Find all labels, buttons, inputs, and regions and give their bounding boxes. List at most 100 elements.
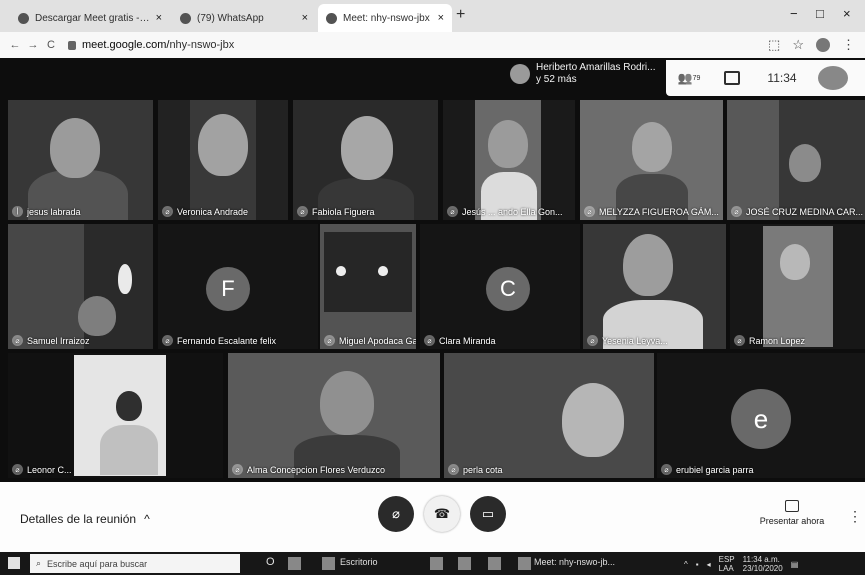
taskbar-search-box[interactable]: ⌕ Escribe aquí para buscar [30,554,240,573]
top-controls: 👥 79 11:34 [666,60,865,96]
meeting-details-label: Detalles de la reunión [20,512,137,526]
participant-tile[interactable]: ⌀ MELYZZA FIGUEROA GÁM... [580,100,723,220]
close-tab-icon[interactable]: × [156,12,162,24]
mic-muted-icon: ⌀ [232,464,243,475]
participant-name-label: | jesus labrada [12,206,81,217]
participant-name-label: ⌀ Jesús ... ando Ella Gon... [447,206,563,217]
camera-toggle-button[interactable]: ▭ [470,496,506,532]
desktop-icon[interactable] [322,557,335,570]
participant-tile[interactable]: ⌀Miguel Apodaca Gaxiola [320,224,416,349]
participant-tile[interactable]: ⌀ Fabiola Figuera [293,100,438,220]
more-options-icon[interactable]: ⋮ [848,508,862,525]
mic-muted-icon: ⌀ [12,464,23,475]
presenter-name: Heriberto Amarillas Rodri... [536,62,656,73]
task-view-icon[interactable] [288,557,301,570]
powerpoint-icon[interactable] [458,557,471,570]
participant-tile[interactable]: ⌀ Leonor C... [8,353,223,478]
close-window-button[interactable]: × [843,6,851,21]
minimize-button[interactable]: − [790,6,798,21]
close-tab-icon[interactable]: × [438,12,444,24]
participant-tile[interactable]: ⌀ perla cota [444,353,654,478]
photos-icon[interactable] [488,557,501,570]
participant-name-label: ⌀ Fernando Escalante felix [162,335,276,346]
tab-bar: Descargar Meet gratis - Última × (79) Wh… [0,0,865,32]
tab-title: (79) WhatsApp [197,12,264,24]
bookmark-star-icon[interactable]: ☆ [792,37,804,53]
meeting-details-button[interactable]: Detalles de la reunión ^ [20,512,150,526]
mic-muted-icon: ⌀ [297,206,308,217]
taskbar-clock[interactable]: 11:34 a.m. 23/10/2020 [743,555,783,573]
participant-name-label: ⌀Miguel Apodaca Gaxiola [324,335,416,346]
notifications-icon[interactable]: ▤ [791,560,799,569]
participant-tile[interactable]: e ⌀ erubiel garcia parra [657,353,865,478]
close-tab-icon[interactable]: × [302,12,308,24]
participant-tile[interactable]: ⌀ Alma Concepcion Flores Verduzco [228,353,440,478]
phone-hangup-icon: ☎ [433,506,451,521]
url-path: nhy-nswo-jbx [169,39,235,51]
extension-icon[interactable]: ⬚ [768,37,780,53]
url-domain: meet.google.com/ [82,39,170,51]
chat-icon [724,71,740,85]
participant-name-label: ⌀ erubiel garcia parra [661,464,754,475]
meet-grid-area: Heriberto Amarillas Rodri... y 52 más 👥 7… [0,58,865,482]
mic-muted-icon: ⌀ [734,335,745,346]
presenter-info: Heriberto Amarillas Rodri... y 52 más [510,62,655,86]
tab-whatsapp[interactable]: (79) WhatsApp × [172,4,316,32]
participant-tile[interactable]: ⌀ Ramon Lopez [730,224,865,349]
language-indicator[interactable]: ESP LAA [719,555,735,573]
tab-descargar-meet[interactable]: Descargar Meet gratis - Última × [10,4,170,32]
back-button[interactable]: ← [6,39,24,51]
participant-tile[interactable]: | jesus labrada [8,100,153,220]
maximize-button[interactable]: □ [816,6,824,21]
participant-name-label: ⌀ JOSÉ CRUZ MEDINA CAR... [731,206,863,217]
taskbar-meet-item[interactable]: Meet: nhy-nswo-jb... [534,557,615,567]
present-screen-icon [785,500,799,512]
mic-muted-icon: ⌀ [587,335,598,346]
whatsapp-favicon-icon [180,12,191,24]
url-field[interactable]: meet.google.com/nhy-nswo-jbx [68,39,234,51]
tab-title: Descargar Meet gratis - Última [35,12,150,24]
profile-avatar-icon[interactable] [816,38,830,52]
word-icon[interactable] [430,557,443,570]
participant-name-label: ⌀ Alma Concepcion Flores Verduzco [232,464,385,475]
mic-muted-icon: ⌀ [448,464,459,475]
participant-tile[interactable]: ⌀ JOSÉ CRUZ MEDINA CAR... [727,100,865,220]
chrome-icon[interactable] [518,557,531,570]
meeting-control-bar: Detalles de la reunión ^ ⌀ ☎ ▭ Presentar… [0,482,865,552]
mic-muted-icon: ⌀ [661,464,672,475]
microphone-toggle-button[interactable]: ⌀ [378,496,414,532]
browser-menu-icon[interactable]: ⋮ [842,37,855,53]
participant-tile[interactable]: ⌀ Jesús ... ando Ella Gon... [443,100,575,220]
participant-tile[interactable]: F ⌀ Fernando Escalante felix [158,224,318,349]
mic-off-icon: ⌀ [392,506,400,521]
new-tab-button[interactable]: + [456,6,465,24]
tab-meet[interactable]: Meet: nhy-nswo-jbx × [318,4,452,32]
network-icon[interactable]: ▪ [696,560,699,569]
mic-muted-icon: ⌀ [424,335,435,346]
participant-tile[interactable]: ⌀ Yesenia Leyva... [583,224,726,349]
reload-button[interactable]: C [42,39,60,51]
mic-muted-icon: ⌀ [447,206,458,217]
mic-muted-icon: ⌀ [731,206,742,217]
leave-call-button[interactable]: ☎ [424,496,460,532]
chat-button[interactable] [712,71,752,85]
participant-tile[interactable]: C ⌀ Clara Miranda [420,224,580,349]
present-now-button[interactable]: Presentar ahora [752,500,832,526]
taskbar-escritorio[interactable]: Escritorio [340,557,378,567]
tray-chevron-icon[interactable]: ^ [684,560,688,569]
cortana-icon[interactable]: O [266,556,275,568]
participant-tile[interactable]: ⌀ Veronica Andrade [158,100,288,220]
forward-button[interactable]: → [24,39,42,51]
participant-name-label: ⌀ Yesenia Leyva... [587,335,668,346]
windows-start-icon[interactable] [8,557,20,569]
self-view-avatar[interactable] [818,66,848,90]
participant-name-label: ⌀ Samuel Irraizoz [12,335,90,346]
participants-button[interactable]: 👥 79 [666,71,712,85]
volume-icon[interactable]: ◂ [707,560,711,569]
participant-tile[interactable]: ⌀ Samuel Irraizoz [8,224,153,349]
participant-initial-avatar: C [486,267,530,311]
windows-taskbar: ⌕ Escribe aquí para buscar O Escritorio … [0,552,865,575]
participant-initial-avatar: F [206,267,250,311]
people-icon: 👥 [677,71,693,85]
presenter-more: y 52 más [536,74,577,85]
